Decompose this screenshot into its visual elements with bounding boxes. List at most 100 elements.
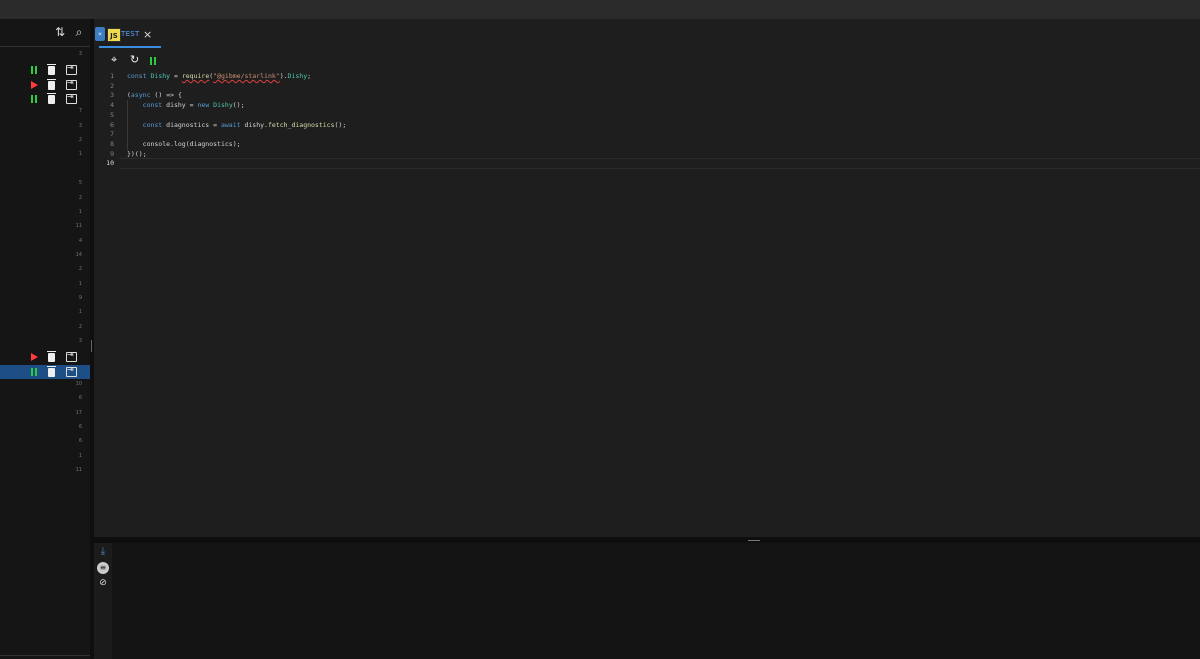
refresh-icon[interactable]: ↻	[130, 54, 139, 66]
line-number: 6	[110, 120, 114, 129]
sidebar-row[interactable]: 1	[0, 451, 90, 465]
sidebar-row[interactable]: 2	[0, 135, 90, 149]
play-icon[interactable]	[31, 353, 38, 362]
row-count: 7	[78, 108, 82, 115]
sidebar-row[interactable]: 14	[0, 250, 90, 264]
row-count: 17	[75, 409, 82, 416]
eye-off-icon[interactable]: ⊘	[97, 577, 109, 589]
row-count: 9	[78, 294, 82, 301]
code-line[interactable]: const Dishy = require("@gibme/starlink")…	[127, 72, 311, 80]
editor-toolbar: ⌖ ↻	[94, 48, 1200, 70]
line-number: 10	[106, 159, 114, 168]
pause-icon[interactable]	[29, 367, 39, 377]
pause-icon[interactable]	[29, 65, 39, 75]
sidebar-row[interactable]: 6	[0, 422, 90, 436]
enter-icon[interactable]	[66, 350, 77, 363]
row-count: 11	[75, 223, 82, 230]
row-count: 3	[78, 122, 82, 129]
trash-icon[interactable]	[47, 351, 56, 363]
sidebar-row[interactable]: 3	[0, 121, 90, 135]
pause-icon[interactable]	[150, 57, 158, 65]
splitter-grip[interactable]	[91, 340, 92, 352]
sidebar-row[interactable]: 5	[0, 178, 90, 192]
tab-bar: « JS TEST ×	[94, 19, 1200, 48]
trash-icon[interactable]	[47, 78, 56, 90]
code-editor[interactable]: 1 2 3 4 5 6 7 8 9 10 const Dishy = require("@gibm…	[94, 70, 1200, 537]
sidebar-divider	[0, 655, 90, 656]
enter-icon[interactable]	[66, 92, 77, 105]
sidebar-row[interactable]: 1	[0, 149, 90, 163]
sidebar-row[interactable]: 3	[0, 49, 90, 63]
row-count: 10	[75, 381, 82, 388]
trash-icon[interactable]	[47, 93, 56, 105]
sidebar-row[interactable]	[0, 92, 90, 106]
sidebar-row[interactable]: 1	[0, 279, 90, 293]
sidebar-row[interactable]: 17	[0, 408, 90, 422]
line-number: 7	[110, 130, 114, 139]
sidebar: ⇅ ⌕ 37321521114142191231061766111	[0, 19, 90, 659]
sidebar-row[interactable]	[0, 78, 90, 92]
sidebar-row[interactable]: 7	[0, 106, 90, 120]
sidebar-row[interactable]: 10	[0, 379, 90, 393]
code-line[interactable]: })();	[127, 150, 147, 158]
sidebar-row[interactable]: 9	[0, 293, 90, 307]
enter-icon[interactable]	[66, 63, 77, 76]
sidebar-row[interactable]: 2	[0, 193, 90, 207]
sidebar-row[interactable]	[0, 350, 90, 364]
row-count: 2	[78, 137, 82, 144]
enter-icon[interactable]	[66, 365, 77, 377]
line-number: 2	[110, 81, 114, 90]
row-count: 1	[78, 151, 82, 158]
trash-icon[interactable]	[47, 64, 56, 76]
line-number: 4	[110, 101, 114, 110]
row-count: 6	[78, 395, 82, 402]
code-line[interactable]: console.log(diagnostics);	[127, 140, 241, 148]
scroll-down-icon[interactable]: ⤓	[97, 546, 109, 558]
title-bar	[0, 0, 1200, 19]
row-count: 3	[78, 338, 82, 344]
sidebar-row[interactable]: 11	[0, 221, 90, 235]
tab-test[interactable]: JS TEST ×	[99, 27, 162, 48]
row-count: 1	[78, 452, 82, 459]
sidebar-row[interactable]	[0, 164, 90, 178]
tab-label: TEST	[121, 30, 140, 38]
row-count: 11	[75, 467, 82, 474]
sidebar-row[interactable]	[0, 364, 90, 379]
row-count: 6	[78, 424, 82, 431]
code-line[interactable]: (async () => {	[127, 91, 182, 99]
enter-icon[interactable]	[66, 78, 77, 90]
sidebar-row[interactable]: 3	[0, 336, 90, 350]
sidebar-row[interactable]: 2	[0, 322, 90, 336]
sidebar-row[interactable]: 1	[0, 307, 90, 321]
row-count: 2	[78, 194, 82, 201]
sidebar-row[interactable]: 6	[0, 436, 90, 450]
sidebar-row[interactable]: 6	[0, 393, 90, 407]
list-icon[interactable]: ≡	[97, 562, 109, 574]
current-line-highlight	[120, 158, 1200, 169]
play-icon[interactable]	[31, 80, 38, 89]
sidebar-row[interactable]	[0, 63, 90, 77]
row-count: 14	[75, 251, 82, 258]
row-count: 3	[78, 51, 82, 57]
console-output[interactable]	[112, 543, 1200, 659]
line-number: 3	[110, 91, 114, 100]
target-icon[interactable]: ⌖	[111, 54, 117, 66]
splitter-grip[interactable]	[748, 540, 760, 541]
sidebar-row[interactable]: 4	[0, 236, 90, 250]
row-count: 1	[78, 309, 82, 316]
sort-arrows-icon[interactable]: ⇅	[53, 25, 67, 39]
code-line[interactable]: const dishy = new Dishy();	[127, 101, 245, 109]
close-icon[interactable]: ×	[143, 28, 152, 41]
sidebar-row[interactable]: 2	[0, 264, 90, 278]
console-toolbar: ⤓ ≡ ⊘	[94, 543, 112, 659]
code-line[interactable]: const diagnostics = await dishy.fetch_di…	[127, 121, 347, 129]
sidebar-row[interactable]: 11	[0, 465, 90, 479]
pause-icon[interactable]	[29, 94, 39, 104]
search-icon[interactable]: ⌕	[72, 25, 86, 39]
row-count: 1	[78, 208, 82, 215]
row-count: 6	[78, 438, 82, 445]
tab-back-button[interactable]: «	[95, 27, 105, 41]
sidebar-row[interactable]: 1	[0, 207, 90, 221]
trash-icon[interactable]	[47, 365, 56, 377]
line-number: 9	[110, 149, 114, 158]
